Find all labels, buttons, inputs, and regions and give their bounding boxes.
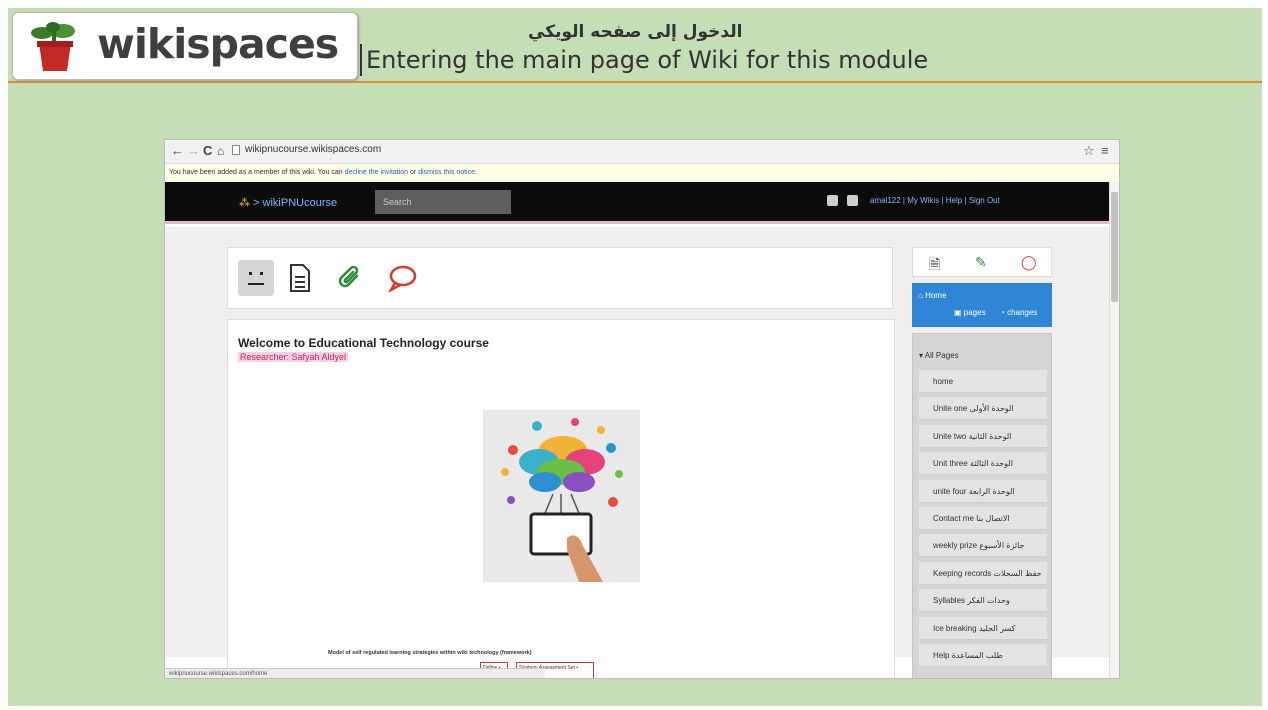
page-toolbar — [227, 247, 893, 309]
menu-icon[interactable]: ≡ — [1101, 143, 1109, 158]
figure-caption: Model of self regulated learning strateg… — [328, 650, 532, 656]
all-pages-toggle[interactable]: ▾ All Pages — [919, 351, 959, 360]
sidebar-page-link[interactable]: Unit three الوحدة الثالثة — [919, 452, 1047, 476]
back-arrow-icon[interactable]: ← — [171, 143, 184, 159]
notice-text: You have been added as a member of this … — [169, 169, 345, 176]
search-input[interactable]: Search — [375, 190, 511, 214]
attachment-icon[interactable] — [332, 260, 368, 296]
changes-link[interactable]: ◔ changes — [1000, 308, 1037, 317]
address-bar[interactable]: wikipnucourse.wikispaces.com — [245, 144, 381, 155]
pages-link[interactable]: ▣ pages — [954, 308, 986, 317]
decline-invitation-link[interactable]: decline the invitation — [345, 169, 408, 176]
home-link[interactable]: ⌂ Home — [918, 291, 946, 300]
banner-title-arabic: الدخول إلى صفحه الويكي — [528, 22, 743, 42]
sidebar-page-link[interactable]: Unite one الوحدة الأولى — [919, 397, 1047, 421]
researcher-label: Researcher: Safyah Aldyel — [238, 352, 349, 362]
banner: wikispaces الدخول إلى صفحه الويكي Enteri… — [8, 8, 1262, 83]
membership-notice: You have been added as a member of this … — [165, 164, 1119, 182]
document-icon[interactable]: 🗎 — [929, 254, 940, 278]
sidebar-home[interactable]: ⌂ Home ▣ pages ◔ changes — [912, 283, 1052, 327]
avatar-icon[interactable] — [238, 260, 274, 296]
sidebar-page-link[interactable]: weekly prize جائزة الأسبوع — [919, 534, 1047, 558]
potted-plant-icon — [31, 22, 75, 71]
sidebar-page-link[interactable]: Keeping records حفظ السجلات — [919, 561, 1047, 585]
sidebar-page-link[interactable]: Ice breaking كسر الجليد — [919, 616, 1047, 640]
wikispaces-logo: wikispaces — [12, 12, 358, 80]
banner-divider — [360, 44, 362, 76]
document-icon[interactable] — [282, 260, 318, 296]
notification-icon[interactable] — [827, 195, 838, 206]
browser-window: ← → C ⌂ wikipnucourse.wikispaces.com ☆ ≡… — [164, 139, 1120, 679]
mail-icon[interactable] — [847, 195, 858, 206]
star-icon[interactable]: ☆ — [1083, 143, 1095, 159]
pages-label: pages — [963, 308, 986, 317]
page-content: Welcome to Educational Technology course… — [165, 227, 1111, 678]
notice-end: . — [475, 169, 477, 176]
page-icon — [232, 145, 240, 155]
reload-icon[interactable]: C — [203, 143, 212, 159]
wiki-dots-icon: ⁂ — [239, 197, 250, 209]
comment-icon[interactable]: ◯ — [1021, 254, 1037, 271]
sidebar-page-link[interactable]: Unite two الوحدة الثانية — [919, 424, 1047, 448]
scrollbar-thumb[interactable] — [1111, 192, 1118, 302]
sidebar-page-link[interactable]: Help طلب المساعدة — [919, 644, 1047, 667]
attachment-icon[interactable]: ✎ — [975, 254, 987, 271]
changes-label: changes — [1007, 308, 1038, 317]
user-links[interactable]: amal122 | My Wikis | Help | Sign Out — [870, 196, 1000, 205]
wiki-header-bar: ⁂ > wikiPNUcourse Search amal122 | My Wi… — [165, 182, 1119, 224]
banner-title-english: Entering the main page of Wiki for this … — [366, 46, 929, 74]
logo-wordmark: wikispaces — [97, 20, 339, 68]
status-bar: wikipnucourse.wikispaces.com/home — [165, 668, 545, 678]
forward-arrow-icon[interactable]: → — [187, 143, 200, 159]
wiki-site-link[interactable]: ⁂ > wikiPNUcourse — [239, 196, 337, 209]
vertical-scrollbar[interactable] — [1109, 182, 1119, 678]
all-pages-label: All Pages — [924, 351, 959, 360]
brain-tablet-illustration — [483, 410, 640, 582]
notice-or: or — [408, 169, 419, 176]
page-title: Welcome to Educational Technology course — [238, 336, 489, 350]
home-icon[interactable]: ⌂ — [217, 143, 224, 159]
comment-icon[interactable] — [384, 260, 420, 296]
main-content-card: Welcome to Educational Technology course… — [227, 319, 895, 678]
sidebar-page-link[interactable]: Syllables وحدات الفكر — [919, 589, 1047, 613]
dismiss-notice-link[interactable]: dismiss this notice — [418, 169, 475, 176]
sidebar-toolbar: 🗎 ✎ ◯ — [912, 247, 1052, 277]
sidebar-page-link[interactable]: home — [919, 370, 1047, 393]
sidebar-page-link[interactable]: unite four الوحدة الرابعة — [919, 479, 1047, 503]
home-label: Home — [925, 291, 947, 300]
wiki-site-name: wikiPNUcourse — [262, 197, 338, 209]
sidebar-page-link[interactable]: Contact me الاتصال بنا — [919, 507, 1047, 530]
all-pages-panel: ▾ All Pages home Unite one الوحدة الأولى U… — [912, 333, 1052, 678]
browser-toolbar: ← → C ⌂ wikipnucourse.wikispaces.com ☆ ≡ — [165, 140, 1119, 164]
slide-background: wikispaces الدخول إلى صفحه الويكي Enteri… — [8, 8, 1262, 706]
